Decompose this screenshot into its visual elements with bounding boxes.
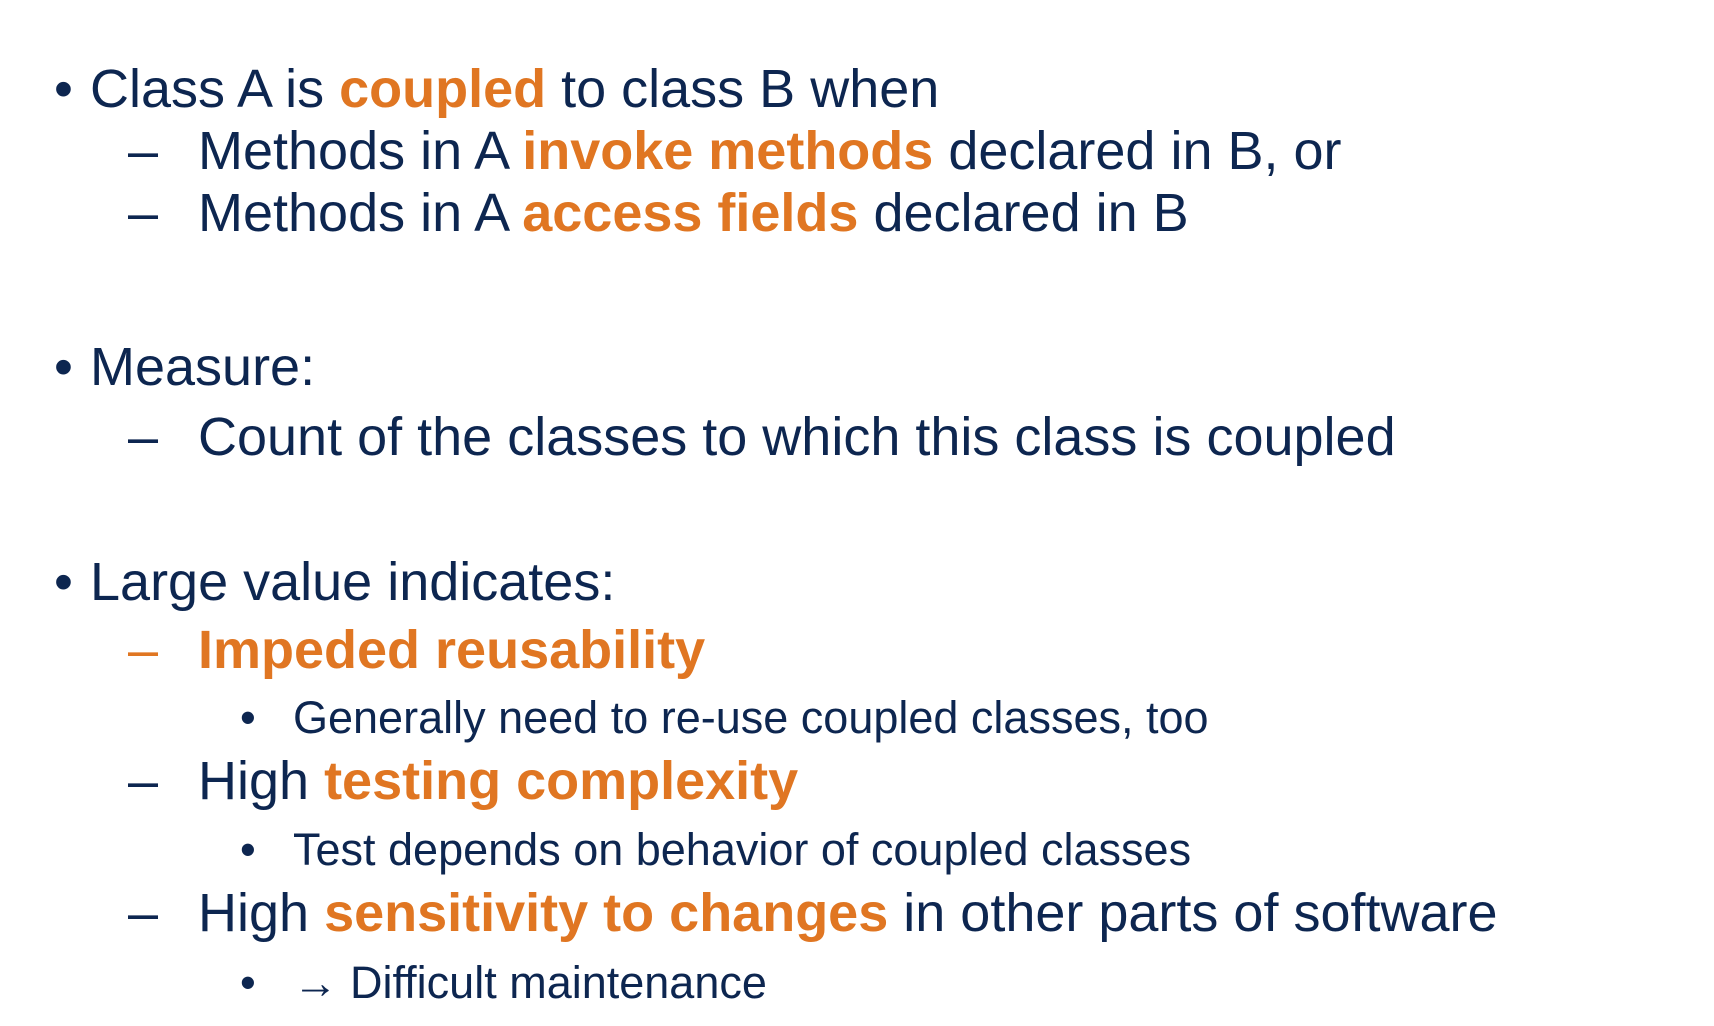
highlight-access-fields: access fields [522, 183, 859, 243]
dash-marker: – [128, 183, 159, 243]
sub-sub-bullet-text: → Difficult maintenance [293, 957, 767, 1008]
dash-marker: – [128, 407, 159, 467]
bullet-text: Measure: [90, 337, 316, 397]
bullet-text: Class A is coupled to class B when [90, 59, 940, 119]
bullet-marker: • [54, 337, 73, 397]
sub-bullet-text: Count of the classes to which this class… [198, 407, 1396, 467]
sub-sub-bullet-text: Test depends on behavior of coupled clas… [293, 824, 1192, 875]
slide: • Class A is coupled to class B when – M… [0, 0, 1714, 1026]
sub-bullet-text: High sensitivity to changes in other par… [198, 883, 1498, 943]
sub-bullet-text: Methods in A access fields declared in B [198, 183, 1189, 243]
dash-marker: – [128, 751, 159, 811]
bullet-text: Large value indicates: [90, 552, 616, 612]
sub-sub-bullet-text: Generally need to re-use coupled classes… [293, 692, 1209, 743]
bullet-marker: • [240, 692, 256, 743]
dash-marker: – [128, 620, 159, 680]
bullet-marker: • [54, 552, 73, 612]
bullet-marker: • [240, 824, 256, 875]
bullet-marker: • [54, 59, 73, 119]
bullet-marker: • [240, 957, 256, 1008]
highlight-coupled: coupled [339, 59, 547, 119]
sub-bullet-text: Methods in A invoke methods declared in … [198, 121, 1342, 181]
highlight-impeded-reusability: Impeded reusability [198, 620, 706, 680]
highlight-sensitivity-to-changes: sensitivity to changes [324, 883, 889, 943]
arrow-right-icon: → [293, 957, 338, 1008]
highlight-invoke-methods: invoke methods [522, 121, 934, 181]
sub-bullet-text: High testing complexity [198, 751, 799, 811]
dash-marker: – [128, 121, 159, 181]
highlight-testing-complexity: testing complexity [324, 751, 799, 811]
dash-marker: – [128, 883, 159, 943]
